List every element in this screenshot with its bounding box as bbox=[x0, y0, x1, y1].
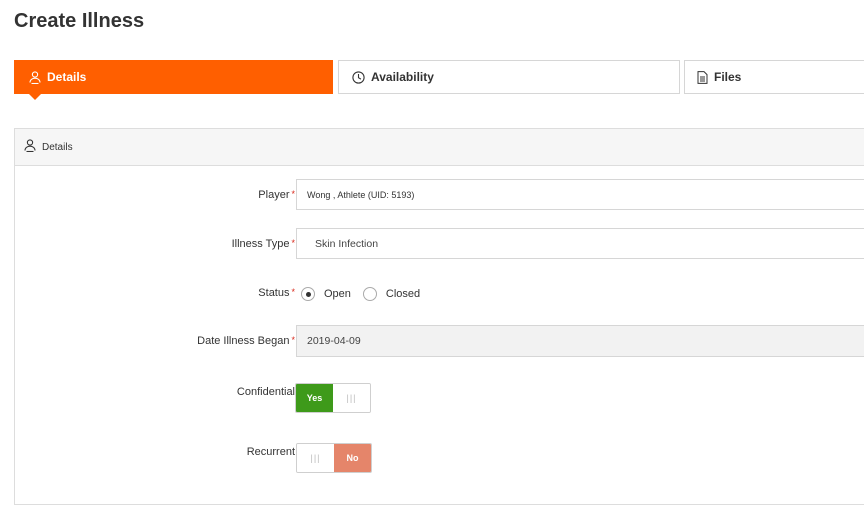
illness-type-value: Skin Infection bbox=[315, 237, 379, 250]
illness-type-select[interactable]: Skin Infection bbox=[296, 228, 864, 259]
status-closed-radio[interactable] bbox=[362, 287, 377, 301]
required-mark: * bbox=[291, 189, 295, 199]
recurrent-toggle[interactable]: ||| No bbox=[296, 443, 372, 473]
date-value: 2019-04-09 bbox=[307, 335, 361, 347]
tab-details[interactable]: Details bbox=[14, 60, 333, 100]
date-label: Date Illness Began * bbox=[197, 335, 295, 347]
tab-files[interactable]: Files bbox=[684, 60, 864, 94]
toggle-yes: Yes bbox=[296, 384, 333, 412]
player-label: Player * bbox=[258, 189, 295, 201]
tab-label: Availability bbox=[371, 70, 434, 84]
required-mark: * bbox=[291, 287, 295, 297]
tab-label: Files bbox=[714, 70, 742, 84]
confidential-toggle[interactable]: Yes ||| bbox=[295, 383, 371, 413]
details-section: Details Player * Wong , Athlete (UID: 519… bbox=[14, 128, 864, 505]
date-field[interactable]: 2019-04-09 bbox=[296, 325, 864, 357]
status-radio-group: Open Closed bbox=[301, 287, 432, 301]
user-group-icon bbox=[24, 139, 36, 155]
status-label: Status * bbox=[258, 287, 295, 299]
status-closed-label: Closed bbox=[385, 288, 421, 300]
player-value: Wong , Athlete (UID: 5193) bbox=[307, 189, 415, 200]
player-field[interactable]: Wong , Athlete (UID: 5193) bbox=[296, 179, 864, 210]
toggle-handle: ||| bbox=[333, 384, 370, 412]
clock-icon bbox=[352, 70, 365, 84]
tab-label: Details bbox=[47, 70, 87, 84]
section-header: Details bbox=[15, 129, 864, 166]
illness-type-label: Illness Type * bbox=[231, 238, 295, 250]
page-title: Create Illness bbox=[14, 10, 145, 32]
toggle-handle: ||| bbox=[297, 444, 334, 472]
required-mark: * bbox=[291, 238, 295, 248]
tab-availability[interactable]: Availability bbox=[338, 60, 680, 94]
required-mark: * bbox=[291, 335, 295, 345]
status-open-radio[interactable] bbox=[301, 287, 315, 301]
status-open-label: Open bbox=[324, 288, 351, 300]
file-icon bbox=[697, 70, 708, 84]
confidential-label: Confidential bbox=[236, 386, 295, 398]
section-title: Details bbox=[42, 141, 73, 153]
user-group-icon bbox=[29, 70, 41, 84]
recurrent-label: Recurrent bbox=[246, 446, 295, 458]
toggle-no: No bbox=[334, 444, 371, 472]
